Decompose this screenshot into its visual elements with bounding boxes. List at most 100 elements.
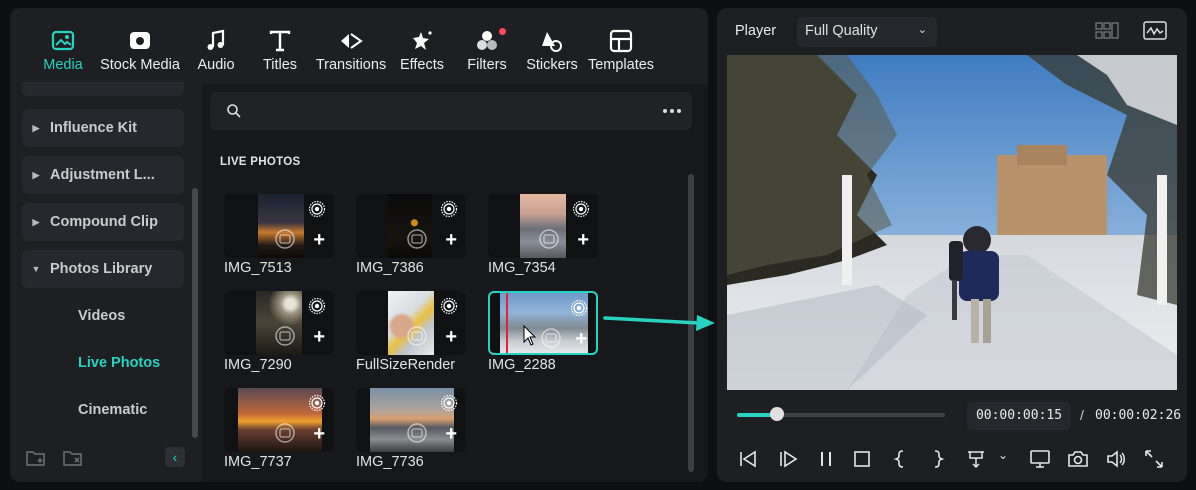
chevron-right-icon: ▶ — [32, 216, 40, 227]
media-thumbnail[interactable]: + — [224, 291, 334, 355]
media-thumbnail[interactable]: + — [224, 194, 334, 258]
sidebar-item-videos[interactable]: Videos — [22, 297, 184, 335]
delete-folder-icon[interactable] — [63, 449, 83, 467]
tab-templates[interactable]: Templates — [588, 28, 654, 78]
music-note-icon — [207, 29, 225, 50]
playback-scrubber[interactable] — [737, 407, 945, 421]
previous-frame-button[interactable] — [737, 448, 759, 470]
live-photo-icon — [570, 299, 588, 317]
player-panel: Player Full Quality ⌄ 00:00:00:15 / 00:0… — [717, 8, 1187, 482]
thumbnail-label: IMG_7737 — [224, 454, 292, 470]
text-icon — [269, 30, 291, 52]
video-playback-icon — [275, 229, 295, 249]
search-bar[interactable] — [210, 92, 692, 130]
add-icon[interactable]: + — [313, 230, 325, 250]
sidebar-item-cinematic[interactable]: Cinematic — [22, 391, 184, 429]
add-icon[interactable]: + — [445, 230, 457, 250]
thumbnail-label: IMG_2288 — [488, 357, 556, 373]
insert-options-dropdown[interactable]: ⌄ — [993, 448, 1013, 470]
tab-effects[interactable]: Effects — [400, 28, 444, 78]
display-settings-button[interactable] — [1029, 448, 1051, 470]
more-options-icon[interactable] — [662, 106, 682, 116]
sidebar: ▶ Influence Kit ▶ Adjustment L... ▶ Compoun… — [10, 82, 202, 482]
insert-clip-button[interactable] — [965, 448, 987, 470]
media-thumbnail[interactable]: + — [356, 194, 466, 258]
waveform-monitor-icon[interactable] — [1143, 21, 1167, 41]
tab-titles-label: Titles — [262, 57, 298, 73]
sidebar-item-label: Cinematic — [78, 402, 148, 418]
add-icon[interactable]: + — [577, 230, 589, 250]
sidebar-scrollbar[interactable] — [192, 188, 198, 438]
live-photo-icon — [308, 297, 326, 315]
add-icon[interactable]: + — [445, 327, 457, 347]
tab-audio-label: Audio — [197, 57, 235, 73]
transitions-icon — [341, 33, 363, 49]
media-thumbnail-selected[interactable]: + — [488, 291, 598, 355]
media-thumbnail[interactable]: + — [356, 388, 466, 452]
chevron-down-icon: ⌄ — [917, 24, 927, 36]
sidebar-item-live-photos[interactable]: Live Photos — [22, 344, 184, 382]
tab-stickers[interactable]: Stickers — [525, 28, 579, 78]
step-back-icon — [740, 450, 756, 468]
video-playback-icon — [407, 229, 427, 249]
media-thumbnail[interactable]: + — [356, 291, 466, 355]
media-thumbnail[interactable]: + — [224, 388, 334, 452]
tab-audio[interactable]: Audio — [196, 28, 236, 78]
player-label: Player — [735, 23, 777, 39]
volume-button[interactable] — [1105, 448, 1127, 470]
stickers-icon — [542, 32, 562, 52]
thumbnail-label: FullSizeRender — [356, 357, 456, 373]
stop-icon — [854, 451, 870, 467]
sidebar-item-photos-library[interactable]: ▼ Photos Library — [22, 250, 184, 288]
add-icon[interactable]: + — [575, 329, 587, 349]
tab-transitions[interactable]: Transitions — [316, 28, 386, 78]
sidebar-item-label: Photos Library — [50, 261, 153, 277]
thumbnail-label: IMG_7736 — [356, 454, 424, 470]
monitor-icon — [1030, 450, 1050, 468]
add-icon[interactable]: + — [445, 424, 457, 444]
sidebar-item-adjustment-layer[interactable]: ▶ Adjustment L... — [22, 156, 184, 194]
snapshot-button[interactable] — [1067, 448, 1089, 470]
live-photo-icon — [572, 200, 590, 218]
add-icon[interactable]: + — [313, 327, 325, 347]
expand-icon — [1145, 450, 1163, 468]
quality-value: Full Quality — [805, 23, 878, 39]
tab-stock-media[interactable]: Stock Media — [100, 28, 180, 78]
pause-icon — [821, 452, 831, 466]
video-preview[interactable] — [727, 55, 1177, 390]
sidebar-item-influence-kit[interactable]: ▶ Influence Kit — [22, 109, 184, 147]
step-forward-icon — [780, 450, 798, 468]
tab-titles[interactable]: Titles — [260, 28, 300, 78]
scrubber-handle[interactable] — [769, 407, 784, 421]
tab-stickers-label: Stickers — [526, 57, 578, 73]
sidebar-item-compound-clip[interactable]: ▶ Compound Clip — [22, 203, 184, 241]
collapse-sidebar-button[interactable]: ‹ — [165, 447, 185, 467]
tab-media[interactable]: Media — [43, 28, 83, 78]
tab-templates-label: Templates — [587, 57, 655, 73]
pause-button[interactable] — [815, 448, 837, 470]
chevron-down-icon: ▼ — [31, 264, 41, 274]
mark-in-button[interactable] — [889, 448, 911, 470]
quality-dropdown[interactable]: Full Quality ⌄ — [797, 17, 937, 47]
stop-button[interactable] — [851, 448, 873, 470]
next-frame-button[interactable] — [777, 448, 799, 470]
thumbnail-label: IMG_7513 — [224, 260, 292, 276]
mark-out-button[interactable] — [927, 448, 949, 470]
chevron-left-icon: ‹ — [172, 449, 178, 465]
tab-effects-label: Effects — [399, 57, 445, 73]
new-folder-icon[interactable] — [26, 449, 46, 467]
current-time-field[interactable]: 00:00:00:15 — [967, 402, 1071, 430]
chevron-right-icon: ▶ — [32, 169, 40, 180]
fullscreen-button[interactable] — [1143, 448, 1165, 470]
thumbnail-label: IMG_7386 — [356, 260, 424, 276]
search-icon — [227, 104, 241, 118]
tab-filters-label: Filters — [467, 57, 507, 73]
preview-image — [727, 55, 1177, 390]
media-thumbnail[interactable]: + — [488, 194, 598, 258]
tab-transitions-label: Transitions — [315, 57, 387, 73]
grid-layout-icon[interactable] — [1095, 21, 1119, 41]
add-icon[interactable]: + — [313, 424, 325, 444]
notification-dot — [499, 28, 506, 35]
tab-filters[interactable]: Filters — [466, 28, 508, 78]
camera-icon — [1068, 451, 1088, 467]
